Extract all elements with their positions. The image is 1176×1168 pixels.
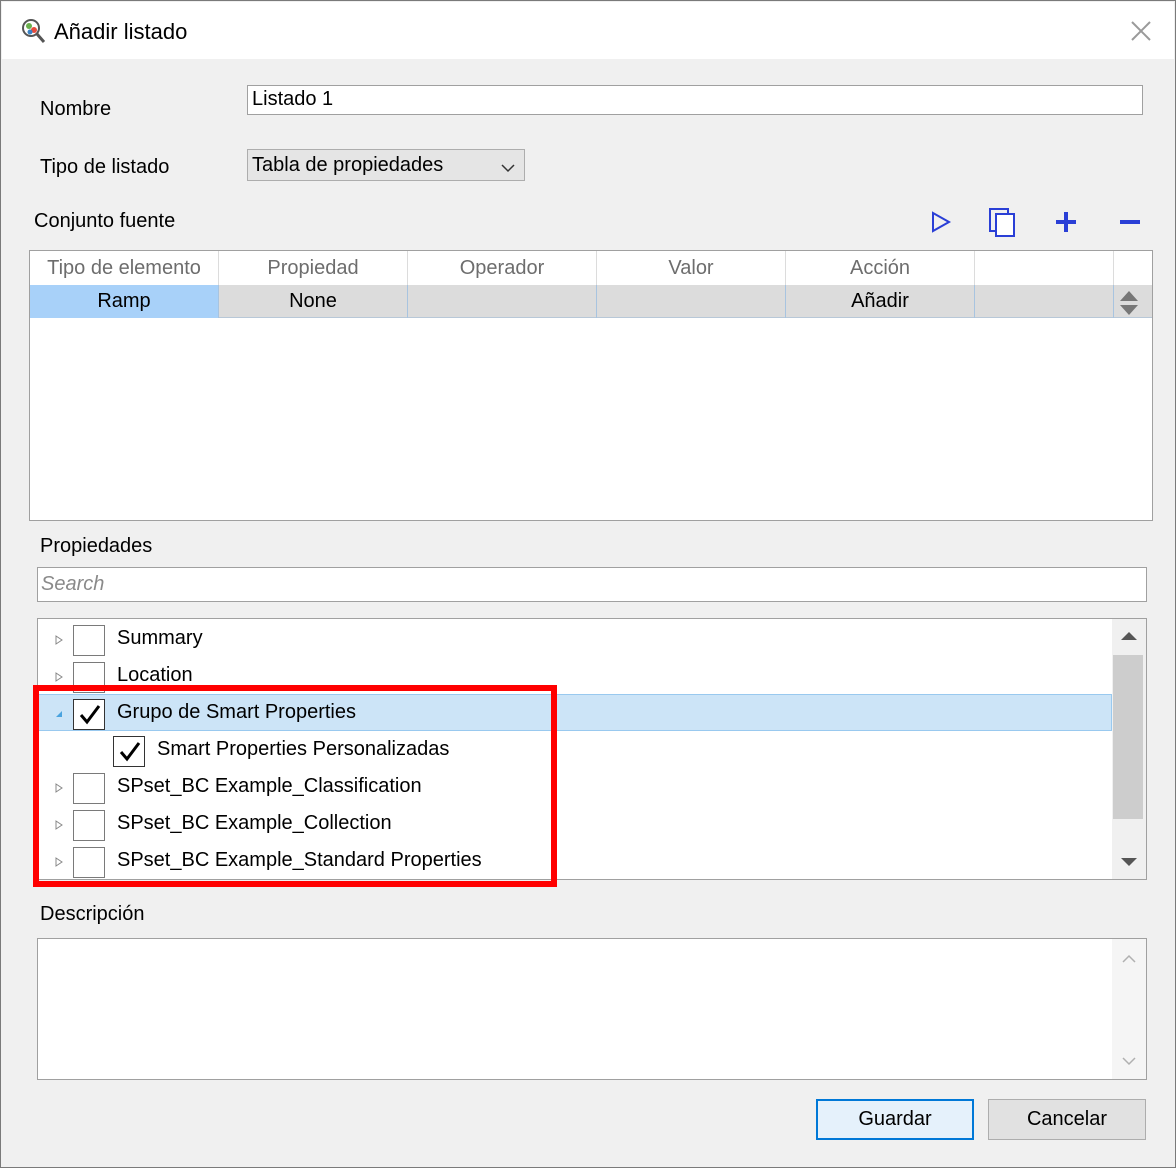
- tree-item-label: Summary: [117, 627, 203, 649]
- dialog-window: Añadir listado Nombre Listado 1 Tipo de …: [0, 0, 1176, 1168]
- sort-arrows-icon[interactable]: [1118, 289, 1140, 317]
- description-textarea[interactable]: [37, 938, 1147, 1080]
- cancel-button[interactable]: Cancelar: [988, 1099, 1146, 1140]
- column-header[interactable]: Valor: [597, 251, 786, 285]
- name-input[interactable]: Listado 1: [247, 85, 1143, 115]
- cell-element-type[interactable]: Ramp: [30, 285, 219, 318]
- source-grid: Tipo de elemento Propiedad Operador Valo…: [29, 250, 1153, 521]
- properties-label: Propiedades: [40, 535, 153, 557]
- copy-icon[interactable]: [988, 207, 1016, 237]
- title-bar: Añadir listado: [2, 2, 1174, 59]
- cell-value[interactable]: [597, 285, 786, 318]
- search-input[interactable]: Search: [37, 567, 1147, 602]
- table-row[interactable]: Ramp None Añadir: [30, 285, 1152, 318]
- expand-arrow-icon[interactable]: [54, 633, 64, 645]
- tree-scrollbar[interactable]: [1112, 619, 1146, 879]
- app-logo-icon: [19, 17, 47, 45]
- grid-header: Tipo de elemento Propiedad Operador Valo…: [30, 251, 1152, 285]
- chevron-down-icon: [500, 158, 516, 173]
- scrollbar-thumb[interactable]: [1113, 655, 1143, 819]
- scroll-down-icon[interactable]: [1112, 845, 1146, 879]
- column-header[interactable]: Propiedad: [219, 251, 408, 285]
- close-icon[interactable]: [1126, 16, 1156, 46]
- column-header[interactable]: Operador: [408, 251, 597, 285]
- column-header[interactable]: Acción: [786, 251, 975, 285]
- tree-item-label: Location: [117, 664, 193, 686]
- cell-action[interactable]: Añadir: [786, 285, 975, 318]
- add-icon[interactable]: [1052, 208, 1080, 236]
- source-set-label: Conjunto fuente: [34, 210, 176, 232]
- description-scrollbar[interactable]: [1112, 939, 1146, 1079]
- list-type-value: Tabla de propiedades: [252, 154, 444, 176]
- cell-property[interactable]: None: [219, 285, 408, 318]
- checkbox[interactable]: [73, 625, 105, 656]
- save-button[interactable]: Guardar: [816, 1099, 974, 1140]
- name-label: Nombre: [40, 98, 112, 120]
- description-label: Descripción: [40, 903, 145, 925]
- cell-operator[interactable]: [408, 285, 597, 318]
- column-header[interactable]: Tipo de elemento: [30, 251, 219, 285]
- expand-arrow-icon[interactable]: [54, 670, 64, 682]
- play-icon[interactable]: [927, 208, 955, 236]
- column-header: [975, 251, 1114, 285]
- scroll-up-icon[interactable]: [1112, 619, 1146, 653]
- tree-item[interactable]: Summary: [38, 621, 1112, 658]
- scroll-down-icon[interactable]: [1112, 1049, 1146, 1078]
- list-type-label: Tipo de listado: [40, 156, 170, 178]
- remove-icon[interactable]: [1116, 208, 1144, 236]
- list-type-select[interactable]: Tabla de propiedades: [247, 149, 525, 181]
- window-title: Añadir listado: [54, 19, 188, 44]
- scroll-up-icon[interactable]: [1112, 947, 1146, 976]
- annotation-highlight-box: [33, 685, 557, 887]
- cell-empty: [975, 285, 1114, 318]
